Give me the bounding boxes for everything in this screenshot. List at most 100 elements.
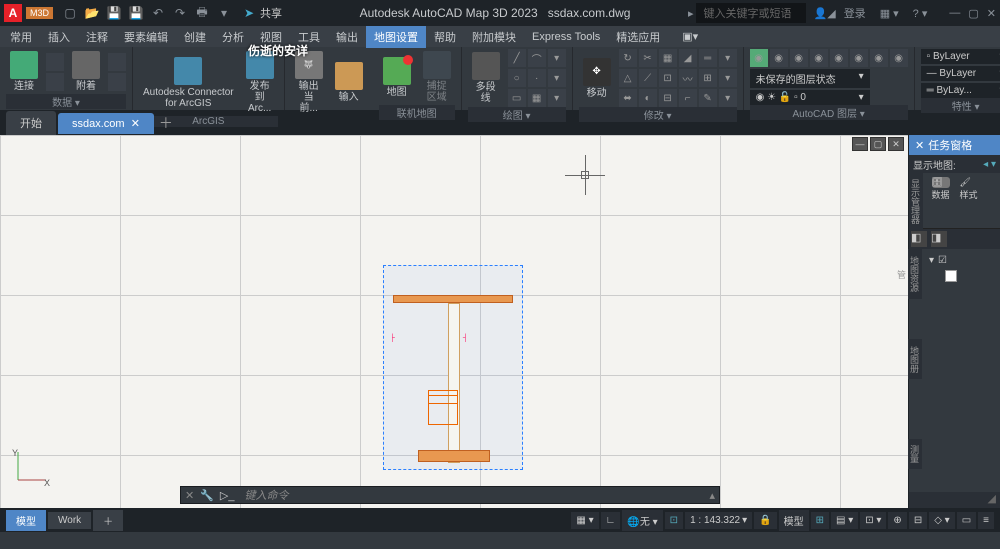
mod13-icon[interactable]: ⬌ [619,89,637,107]
connect-button[interactable]: 连接 [6,49,42,94]
layer2-icon[interactable]: ◉ [770,49,788,67]
move-button[interactable]: ✥移动 [579,56,615,101]
app-icon[interactable]: A [4,4,22,22]
menu-changyong[interactable]: 常用 [2,26,40,48]
capture-area-button[interactable]: 捕捉区域 [419,49,455,105]
canvas-min-icon[interactable]: — [852,137,868,151]
share-icon[interactable]: ➤ [241,5,257,21]
mod16-icon[interactable]: ⌐ [679,89,697,107]
layer4-icon[interactable]: ◉ [810,49,828,67]
menu-bangzhu[interactable]: 帮助 [426,26,464,48]
show-map-row[interactable]: 显示地图:◂ ▾ [909,155,1000,173]
vtab-display[interactable]: 显示管理器 [909,173,923,229]
vtab-mapbook[interactable]: 地图册 [908,339,922,379]
attach-button[interactable]: 附着 [68,49,104,94]
menu-jingxuan[interactable]: 精选应用 [608,26,668,48]
status-grid2-icon[interactable]: ⊞ [811,512,829,529]
user-icon[interactable]: 👤◢ [814,7,836,20]
mod2-icon[interactable]: ✂ [639,49,657,67]
layer7-icon[interactable]: ◉ [870,49,888,67]
task-style-button[interactable]: 🖌样式 [959,177,979,197]
status-osnap-icon[interactable]: ⊡ ▾ [860,512,886,529]
canvas-max-icon[interactable]: ▢ [870,137,886,151]
menu-fenxi[interactable]: 分析 [214,26,252,48]
search-input[interactable]: 键入关键字或短语 [696,3,806,23]
mod14-icon[interactable]: ◐ [639,89,657,107]
tab-start[interactable]: 开始 [6,111,56,135]
mod6-icon[interactable]: ▾ [719,49,737,67]
mod4-icon[interactable]: ◢ [679,49,697,67]
layer8-icon[interactable]: ◉ [890,49,908,67]
status-add-tab[interactable]: ＋ [93,510,123,531]
mod9-icon[interactable]: ⊡ [659,69,677,87]
status-scale[interactable]: 1 : 143.322 ▾ [685,512,752,529]
status-custom-icon[interactable]: ≡ [978,512,994,529]
close-icon[interactable]: ✕ [987,7,996,20]
vtab-survey[interactable]: 测量 [908,439,922,469]
import-button[interactable]: 输入 [331,60,367,105]
data-icon1[interactable] [46,53,64,71]
vtab-explorer[interactable]: 地图资源管 [908,249,922,299]
status-ann-icon[interactable]: ▤ ▾ [831,512,858,529]
saveas-icon[interactable]: 💾 [128,5,144,21]
point-icon[interactable]: · [528,69,546,87]
color-combo[interactable]: ▫ ByLayer▾ [921,49,1000,64]
help-icon[interactable]: ? ▾ [913,7,928,20]
arc-icon[interactable]: ⌒ [528,49,546,67]
mod7-icon[interactable]: △ [619,69,637,87]
status-work-tab[interactable]: Work [48,512,91,529]
mod12-icon[interactable]: ▾ [719,69,737,87]
mod11-icon[interactable]: ⊞ [699,69,717,87]
more2-icon[interactable]: ▾ [548,69,566,87]
panel-props-title[interactable]: 特性 ▾ [921,98,1000,113]
menu-chuangjian[interactable]: 创建 [176,26,214,48]
layer3-icon[interactable]: ◉ [790,49,808,67]
data-icon4[interactable] [108,73,126,91]
undo-icon[interactable]: ↶ [150,5,166,21]
tab-file[interactable]: ssdax.com ✕ [58,113,154,134]
mod1-icon[interactable]: ↻ [619,49,637,67]
tab-add[interactable]: ＋ [156,113,176,133]
layer1-icon[interactable]: ◉ [750,49,768,67]
canvas-close-icon[interactable]: ✕ [888,137,904,151]
circle-icon[interactable]: ○ [508,69,526,87]
task-resize-icon[interactable]: ◢ [988,492,996,508]
panel-layer-title[interactable]: AutoCAD 图层 ▾ [750,105,908,120]
cmd-recent-icon[interactable]: ▴ [709,489,715,502]
panel-data-title[interactable]: 数据 ▾ [6,94,126,109]
mod15-icon[interactable]: ⊟ [659,89,677,107]
rect-icon[interactable]: ▭ [508,89,526,107]
status-paper-icon[interactable]: ▦ ▾ [571,512,598,529]
redo-icon[interactable]: ↷ [172,5,188,21]
panel-modify-title[interactable]: 修改 ▾ [579,107,737,122]
menu-yaosu[interactable]: 要素编辑 [116,26,176,48]
mod8-icon[interactable]: ⟋ [639,69,657,87]
drawing-canvas[interactable]: — ▢ ✕ ├ ┤ YX ✕ 🔧 ▷_ 键入命令 ▴ [0,135,908,508]
more1-icon[interactable]: ▾ [548,49,566,67]
data-icon3[interactable] [108,53,126,71]
status-iso-icon[interactable]: ◇ ▾ [929,512,955,529]
map-capture-button[interactable]: 地图 [379,55,415,100]
command-input[interactable]: 键入命令 [241,487,704,503]
status-clean-icon[interactable]: ▭ [957,512,976,529]
task-pane-title[interactable]: ✕任务窗格 [909,135,1000,155]
tree-root[interactable]: ▾☑ [927,253,996,268]
cmd-customize-icon[interactable]: 🔧 [200,489,214,502]
data-icon2[interactable] [46,73,64,91]
layer6-icon[interactable]: ◉ [850,49,868,67]
line-icon[interactable]: ╱ [508,49,526,67]
export-current-button[interactable]: 🐺输出当前... [291,49,327,116]
maximize-icon[interactable]: ▢ [968,7,978,20]
mod5-icon[interactable]: ═ [699,49,717,67]
menu-charu[interactable]: 插入 [40,26,78,48]
status-snap-icon[interactable]: ⊡ [665,512,683,529]
menu-express[interactable]: Express Tools [524,28,608,46]
layer-combo[interactable]: ◉ ☀ 🔓 ▫ 0▾ [750,90,870,105]
hatch-icon[interactable]: ▦ [528,89,546,107]
status-ortho-icon[interactable]: ∟ [601,512,621,529]
status-globe-icon[interactable]: 🌐无 ▾ [622,510,662,531]
more3-icon[interactable]: ▾ [548,89,566,107]
task-tab2-icon[interactable]: ◨ [931,231,947,247]
panel-draw-title[interactable]: 绘图 ▾ [468,107,566,122]
layer5-icon[interactable]: ◉ [830,49,848,67]
